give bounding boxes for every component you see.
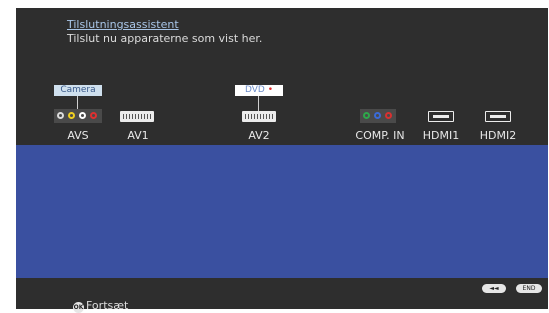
continue-label: Fortsæt bbox=[86, 299, 129, 312]
component-pr-icon bbox=[385, 112, 392, 119]
avs-port-icon bbox=[54, 109, 102, 123]
page-subtitle: Tilslut nu apparaterne som vist her. bbox=[67, 32, 263, 45]
port-label-comp-in: COMP. IN bbox=[355, 129, 405, 142]
audio-right-icon bbox=[90, 112, 97, 119]
s-video-icon bbox=[57, 112, 64, 119]
component-y-icon bbox=[363, 112, 370, 119]
port-label-hdmi1: HDMI1 bbox=[422, 129, 460, 142]
av2-scart-icon bbox=[242, 111, 276, 122]
component-pb-icon bbox=[374, 112, 381, 119]
av1-scart-icon bbox=[120, 111, 154, 122]
port-label-av2: AV2 bbox=[248, 129, 270, 142]
back-button[interactable]: ◄◄ bbox=[482, 284, 506, 293]
port-label-avs: AVS bbox=[67, 129, 89, 142]
port-label-hdmi2: HDMI2 bbox=[479, 129, 517, 142]
dvd-label: DVD bbox=[244, 85, 265, 95]
camera-device-tag: Camera bbox=[54, 85, 102, 96]
dvd-device-tag: DVD • bbox=[235, 85, 283, 96]
dvd-connector-line bbox=[258, 96, 259, 111]
composite-video-icon bbox=[68, 112, 75, 119]
hdmi1-port-icon bbox=[428, 111, 454, 122]
ok-button-icon: OK bbox=[73, 302, 84, 313]
page-title: Tilslutningsassistent bbox=[67, 18, 179, 31]
continue-button[interactable]: OK Fortsæt bbox=[73, 299, 128, 313]
camera-connector-line bbox=[77, 96, 78, 109]
dvd-indicator-dot: • bbox=[267, 85, 274, 95]
connection-diagram-panel bbox=[16, 145, 548, 278]
tv-screen: Tilslutningsassistent Tilslut nu apparat… bbox=[16, 8, 548, 313]
component-port-icon bbox=[360, 109, 396, 123]
end-button[interactable]: END bbox=[516, 284, 542, 293]
hdmi2-port-icon bbox=[485, 111, 511, 122]
port-label-av1: AV1 bbox=[127, 129, 149, 142]
audio-left-icon bbox=[79, 112, 86, 119]
